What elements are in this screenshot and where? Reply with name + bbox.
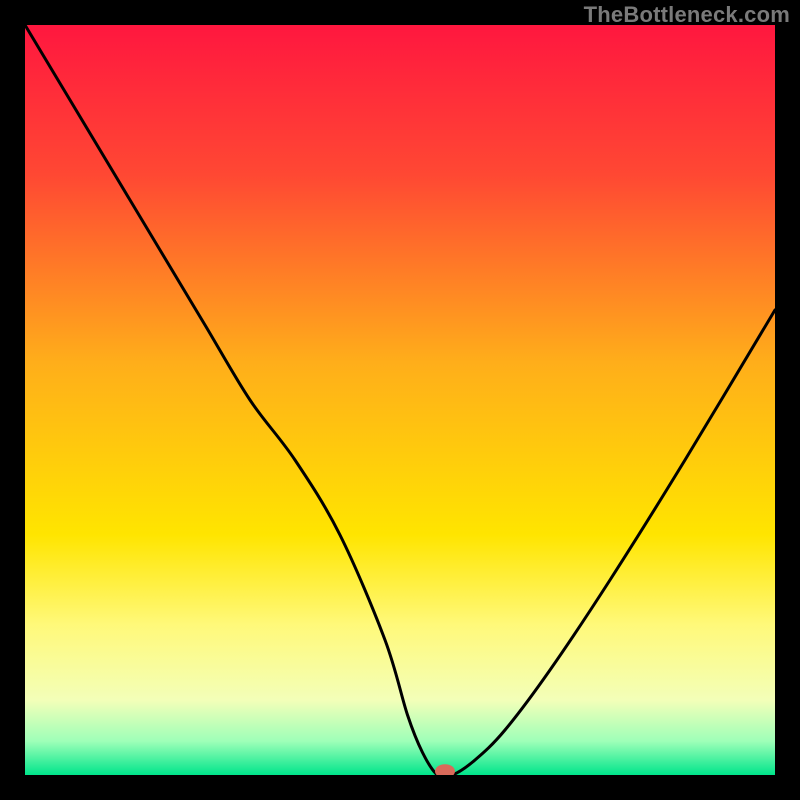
bottleneck-chart [25,25,775,775]
chart-background [25,25,775,775]
